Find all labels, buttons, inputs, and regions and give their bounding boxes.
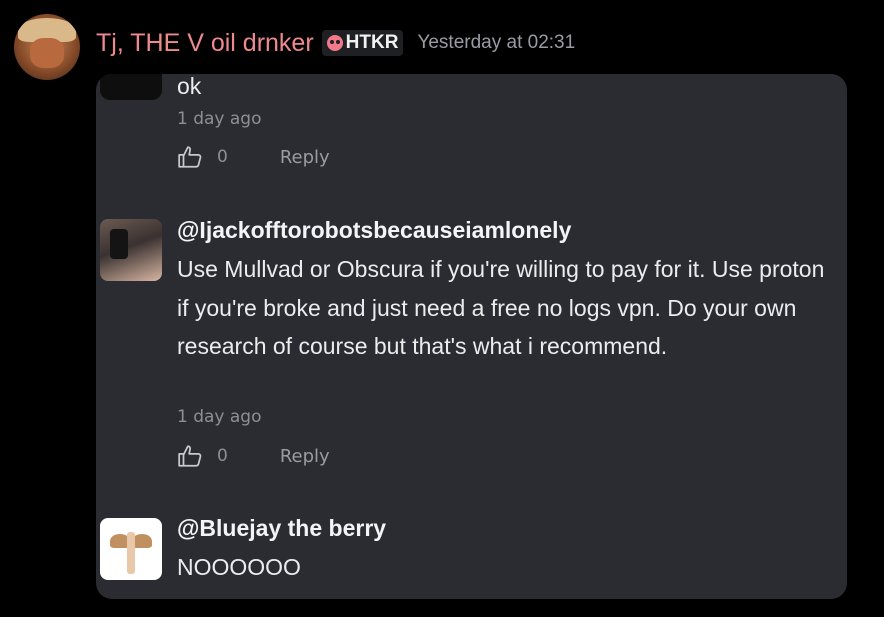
comment-author[interactable]: @Bluejay the berry — [177, 515, 386, 542]
comment-time: 1 day ago — [177, 407, 262, 427]
skull-icon — [326, 35, 343, 51]
message-header: Tj, THE V oil drnker HTKR Yesterday at 0… — [96, 26, 575, 60]
like-count: 0 — [217, 147, 228, 167]
message-timestamp: Yesterday at 02:31 — [417, 32, 576, 53]
commenter-avatar — [100, 518, 162, 580]
comment-actions: 0 Reply — [177, 144, 330, 170]
comment-time: 1 day ago — [177, 109, 262, 129]
embedded-screenshot[interactable]: ok 1 day ago 0 Reply @Ijackofftorobotsbe… — [96, 74, 847, 599]
comment-author[interactable]: @Ijackofftorobotsbecauseiamlonely — [177, 217, 571, 244]
comment-body: Use Mullvad or Obscura if you're willing… — [177, 256, 825, 359]
commenter-avatar — [100, 219, 162, 281]
username[interactable]: Tj, THE V oil drnker — [96, 29, 314, 58]
thumbs-up-icon[interactable] — [177, 144, 203, 170]
comment-body: NOOOOOO — [177, 554, 301, 580]
reply-button[interactable]: Reply — [280, 147, 330, 168]
reply-button[interactable]: Reply — [280, 446, 330, 467]
like-count: 0 — [217, 446, 228, 466]
user-avatar[interactable] — [14, 14, 80, 80]
comment-actions: 0 Reply — [177, 443, 330, 469]
server-tag[interactable]: HTKR — [321, 30, 404, 56]
comment-body: ok — [177, 74, 202, 99]
commenter-avatar — [100, 74, 162, 100]
server-tag-label: HTKR — [345, 32, 399, 53]
thumbs-up-icon[interactable] — [177, 443, 203, 469]
